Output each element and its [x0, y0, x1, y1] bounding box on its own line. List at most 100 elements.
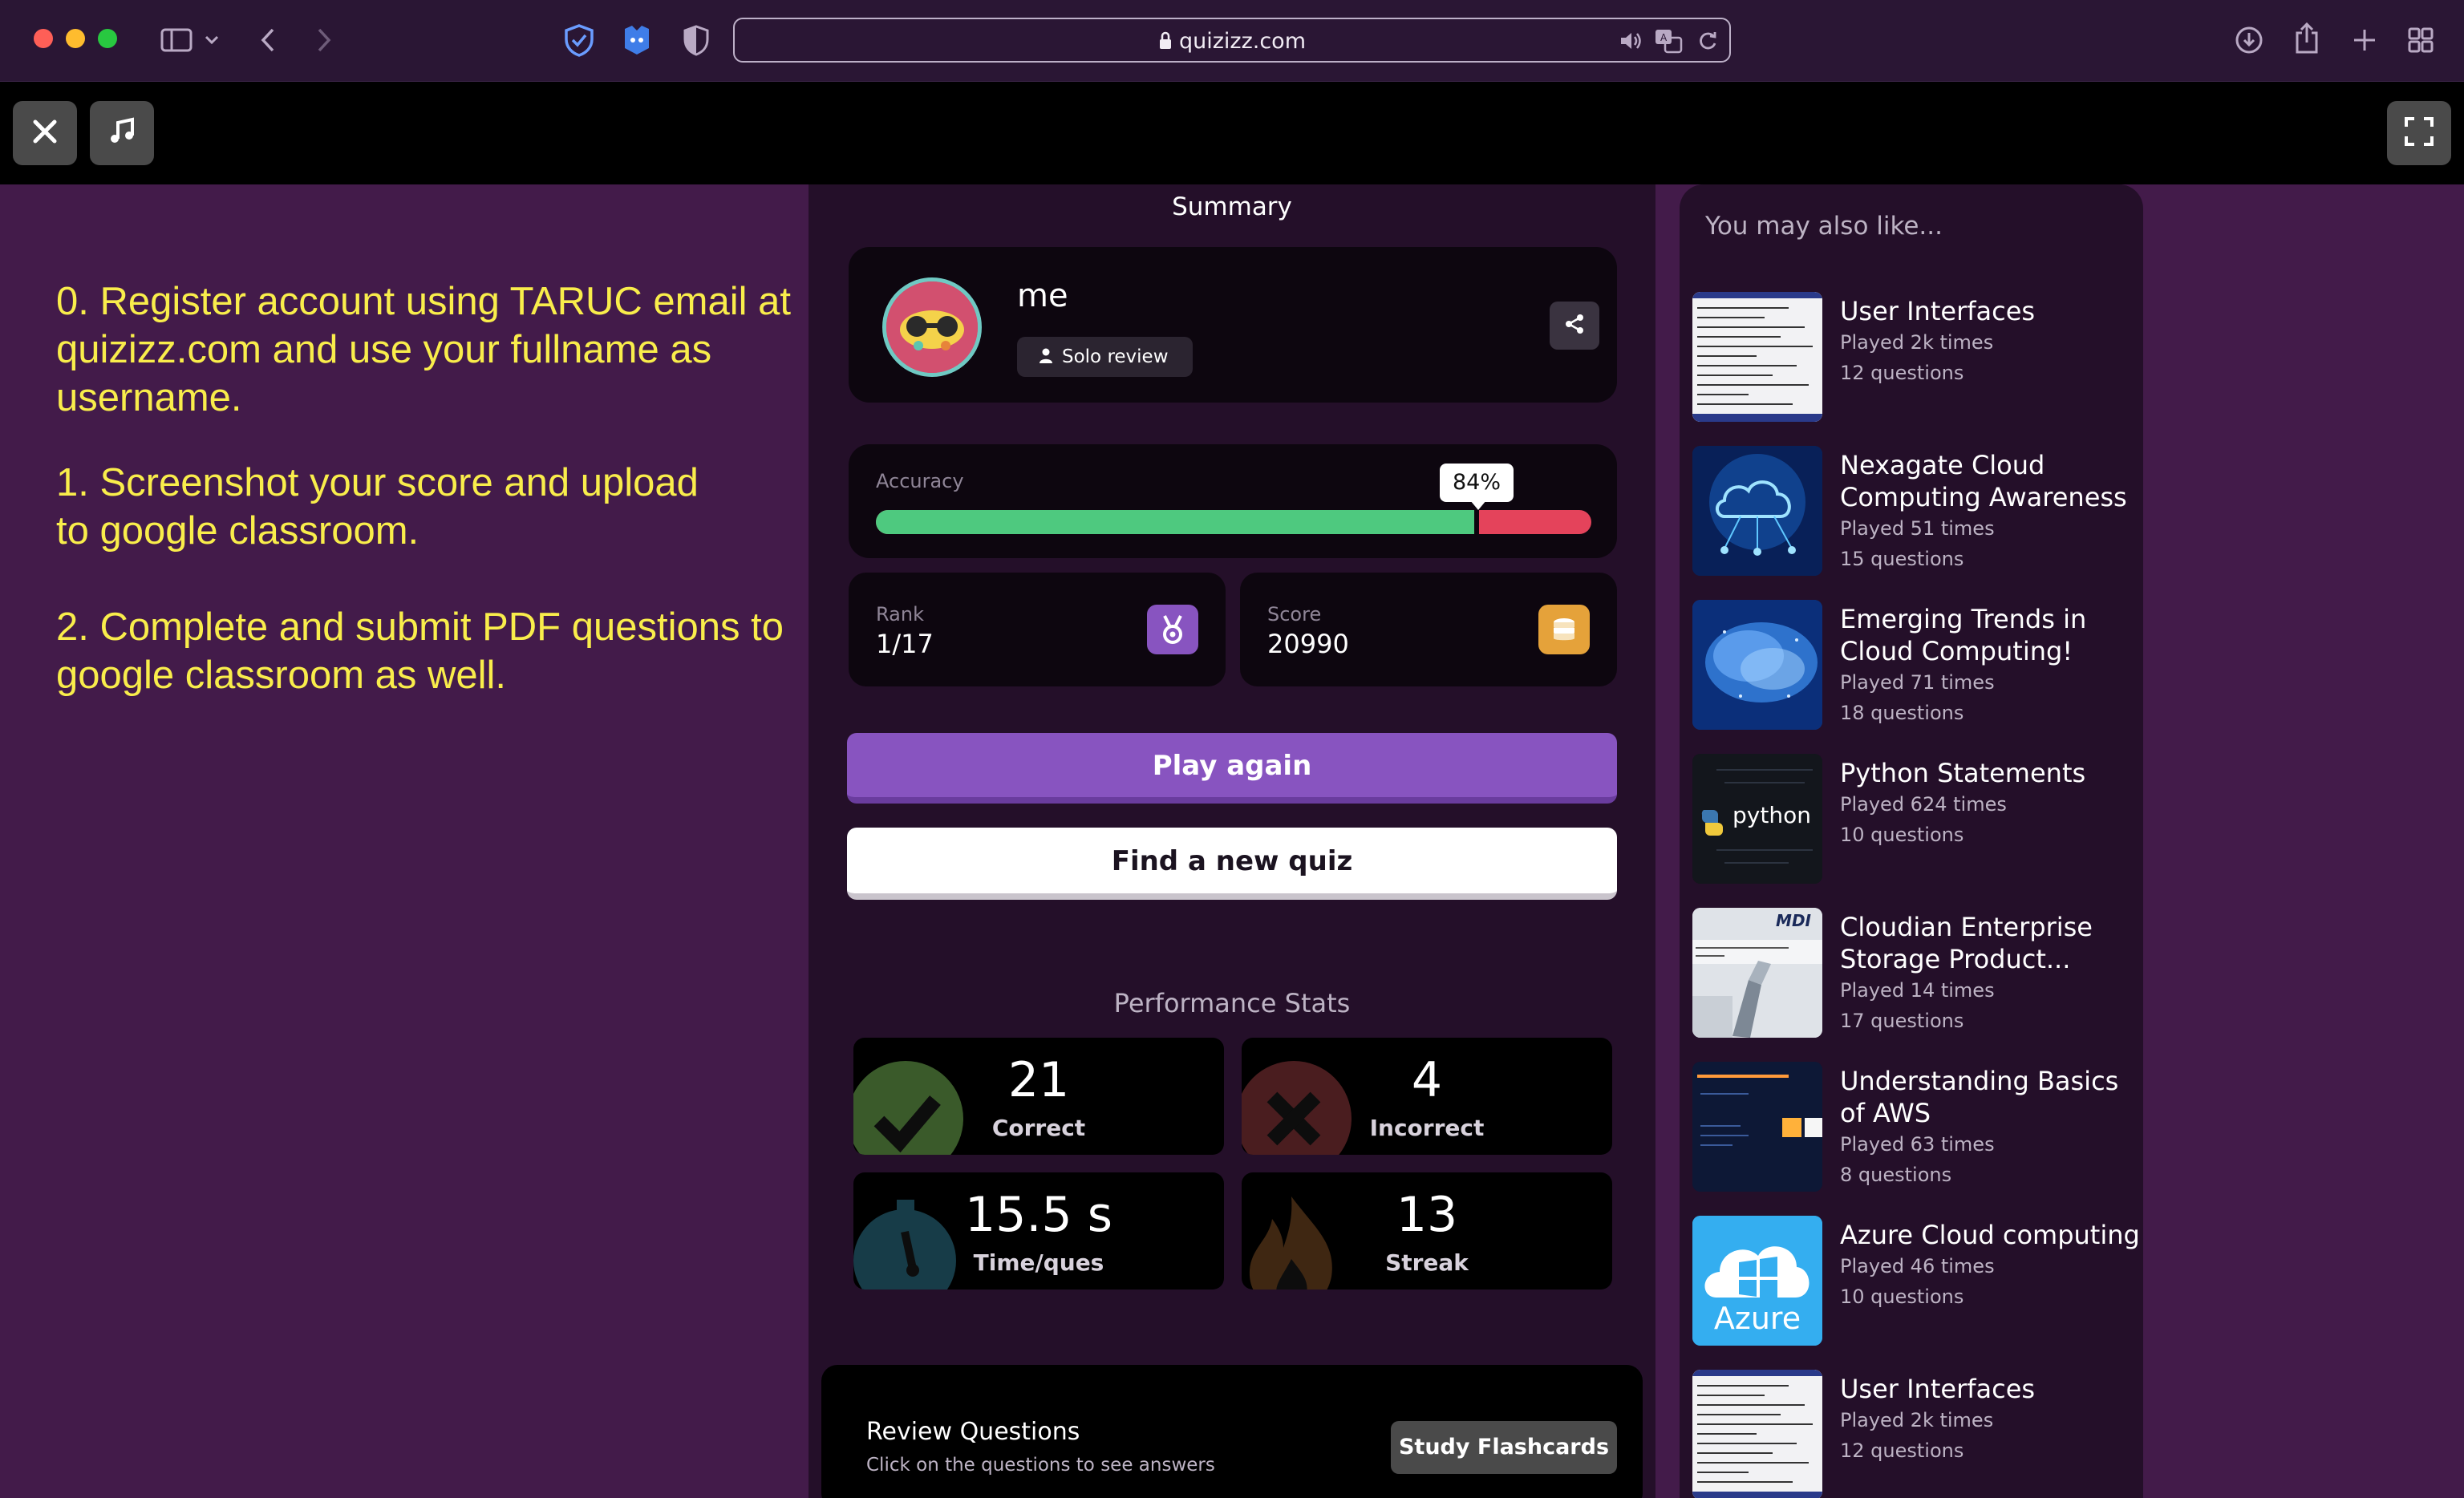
- quiz-thumbnail: python: [1692, 754, 1822, 884]
- correct-label: Correct: [991, 1115, 1086, 1141]
- accuracy-bar-divider: [1474, 510, 1479, 534]
- azure-logo-text: Azure: [1713, 1301, 1801, 1336]
- downloads-icon[interactable]: [2231, 22, 2267, 58]
- forward-icon[interactable]: [310, 24, 338, 56]
- quiz-thumbnail: [1692, 1370, 1822, 1498]
- coins-icon: [1538, 605, 1590, 654]
- url-text[interactable]: quizizz.com: [735, 29, 1729, 56]
- python-logo-text: python: [1732, 802, 1811, 828]
- quiz-thumbnail: MDI: [1692, 908, 1822, 1038]
- chevron-down-icon[interactable]: [202, 27, 221, 53]
- instruction-0: 0. Register account using TARUC email at…: [56, 280, 791, 419]
- score-card: Score 20990: [1240, 573, 1617, 686]
- summary-title: Summary: [1172, 192, 1292, 221]
- extension-icon[interactable]: [619, 22, 654, 58]
- quiz-title: Cloudian Enterprise Storage Product... P…: [1840, 911, 2143, 1036]
- music-note-icon: [107, 116, 137, 150]
- time-stat-card: 15.5 s Time/ques: [853, 1172, 1224, 1289]
- incorrect-stat-card: 4 Incorrect: [1242, 1038, 1612, 1155]
- quiz-title-text: User Interfaces: [1840, 1374, 2036, 1404]
- accuracy-bar-fill: [876, 510, 1477, 534]
- streak-label: Streak: [1385, 1249, 1469, 1276]
- accuracy-bar: [876, 510, 1591, 534]
- recommendation-item[interactable]: Understanding Basics of AWS Played 63 ti…: [1692, 1062, 2142, 1195]
- recommendation-item[interactable]: User Interfaces Played 2k times 12 quest…: [1692, 1370, 2142, 1498]
- play-again-button[interactable]: Play again: [847, 733, 1617, 804]
- recommendation-item[interactable]: Azure Azure Cloud computing Played 46 ti…: [1692, 1216, 2142, 1349]
- mdi-logo-text: MDI: [1776, 911, 1811, 930]
- speaker-icon[interactable]: [1617, 29, 1644, 53]
- tab-overview-icon[interactable]: [2403, 22, 2438, 58]
- recommendation-item[interactable]: Nexagate Cloud Computing Awareness Playe…: [1692, 446, 2142, 579]
- share-icon[interactable]: [2289, 19, 2324, 58]
- instruction-2: 2. Complete and submit PDF questions to …: [56, 605, 784, 697]
- review-questions-subtitle: Click on the questions to see answers: [866, 1455, 1215, 1476]
- recommendation-item[interactable]: python Python Statements Played 624 time…: [1692, 754, 2142, 887]
- instruction-1: 1. Screenshot your score and upload to g…: [56, 461, 699, 553]
- time-per-question-value: 15.5 s: [965, 1187, 1112, 1243]
- recommendations-header: You may also like...: [1705, 212, 1943, 241]
- quiz-title: Azure Cloud computing Played 46 times 10…: [1840, 1219, 2143, 1312]
- quiz-played: Played 2k times: [1840, 1409, 1994, 1431]
- quiz-title: Emerging Trends in Cloud Computing! Play…: [1840, 603, 2143, 728]
- quiz-title-text: Cloudian Enterprise Storage Product...: [1840, 912, 2093, 974]
- quiz-questions: 8 questions: [1840, 1164, 1952, 1186]
- music-button[interactable]: [90, 101, 154, 165]
- minimize-window-button[interactable]: [66, 29, 85, 48]
- exit-button[interactable]: [13, 101, 77, 165]
- study-flashcards-button[interactable]: Study Flashcards: [1391, 1421, 1617, 1474]
- quiz-thumbnail: Azure: [1692, 1216, 1822, 1346]
- avatar: [882, 277, 982, 377]
- quiz-questions: 10 questions: [1840, 1285, 1964, 1308]
- quiz-played: Played 63 times: [1840, 1133, 1995, 1156]
- zoom-window-button[interactable]: [98, 29, 117, 48]
- score-value: 20990: [1267, 629, 1349, 659]
- user-icon: [1040, 338, 1052, 379]
- share-result-button[interactable]: [1550, 302, 1599, 350]
- username: me: [1017, 277, 1068, 314]
- quiz-title-text: Understanding Basics of AWS: [1840, 1066, 2119, 1128]
- incorrect-label: Incorrect: [1369, 1115, 1485, 1141]
- rank-card: Rank 1/17: [849, 573, 1226, 686]
- sidebar-toggle-icon[interactable]: [152, 24, 201, 56]
- recommendation-item[interactable]: User Interfaces Played 2k times 12 quest…: [1692, 292, 2142, 425]
- quiz-title-text: User Interfaces: [1840, 296, 2036, 326]
- recommendation-item[interactable]: MDI Cloudian Enterprise Storage Product.…: [1692, 908, 2142, 1041]
- score-label: Score: [1267, 603, 1322, 626]
- new-tab-icon[interactable]: [2347, 22, 2382, 58]
- quiz-title-text: Azure Cloud computing: [1840, 1220, 2140, 1250]
- quiz-topbar: [0, 82, 2464, 184]
- quiz-title-text: Nexagate Cloud Computing Awareness: [1840, 450, 2127, 512]
- reload-icon[interactable]: [1696, 29, 1720, 53]
- find-new-quiz-button[interactable]: Find a new quiz: [847, 828, 1617, 900]
- quiz-played: Played 51 times: [1840, 517, 1995, 540]
- accuracy-label: Accuracy: [876, 470, 964, 492]
- quiz-played: Played 624 times: [1840, 793, 2007, 816]
- back-icon[interactable]: [253, 24, 282, 56]
- recommendation-item[interactable]: Emerging Trends in Cloud Computing! Play…: [1692, 600, 2142, 733]
- accuracy-card: Accuracy 84%: [849, 444, 1617, 558]
- profile-card: me Solo review: [849, 247, 1617, 403]
- incorrect-value: 4: [1411, 1052, 1443, 1108]
- quiz-played: Played 46 times: [1840, 1255, 1995, 1277]
- instructions-panel: 0. Register account using TARUC email at…: [0, 184, 808, 1498]
- accuracy-percent-bubble: 84%: [1440, 464, 1514, 510]
- quiz-title: User Interfaces Played 2k times 12 quest…: [1840, 295, 2143, 388]
- privacy-shield-icon[interactable]: [561, 22, 597, 58]
- rank-value: 1/17: [876, 629, 934, 659]
- quiz-title: User Interfaces Played 2k times 12 quest…: [1840, 1373, 2143, 1466]
- fullscreen-button[interactable]: [2387, 101, 2451, 165]
- quiz-played: Played 2k times: [1840, 331, 1994, 354]
- address-bar[interactable]: quizizz.com A: [733, 18, 1731, 63]
- translate-icon[interactable]: A: [1652, 27, 1686, 55]
- quiz-questions: 12 questions: [1840, 1439, 1964, 1462]
- correct-stat-card: 21 Correct: [853, 1038, 1224, 1155]
- svg-text:A: A: [1660, 32, 1668, 43]
- browser-toolbar: quizizz.com A: [0, 0, 2464, 82]
- quiz-title-text: Emerging Trends in Cloud Computing!: [1840, 604, 2087, 666]
- half-shield-icon[interactable]: [679, 22, 714, 58]
- close-window-button[interactable]: [34, 29, 53, 48]
- share-nodes-icon: [1564, 314, 1585, 338]
- streak-stat-card: 13 Streak: [1242, 1172, 1612, 1289]
- url-value: quizizz.com: [1178, 29, 1307, 54]
